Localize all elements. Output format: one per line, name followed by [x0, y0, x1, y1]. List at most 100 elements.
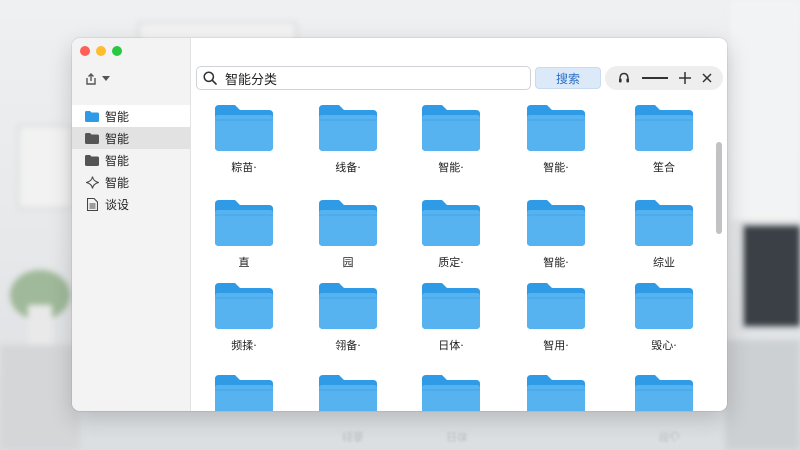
window-reflection: 线备 日体 领心	[190, 411, 710, 450]
folder-item[interactable]: 翎备·	[303, 281, 393, 352]
desk	[725, 340, 800, 450]
folder-icon	[319, 375, 377, 411]
folder-item[interactable]	[406, 373, 496, 411]
folder-label: 直	[238, 256, 250, 269]
folder-icon	[527, 375, 585, 411]
folder-label: 毁心·	[651, 339, 677, 352]
folder-label: 笙合	[653, 161, 675, 174]
folder-item[interactable]: 智用·	[511, 281, 601, 352]
folder-item[interactable]	[199, 373, 289, 411]
folder-label: 智用·	[543, 339, 569, 352]
search-bar	[196, 66, 531, 90]
folder-icon	[422, 200, 480, 246]
folder-icon	[319, 283, 377, 329]
close-icon[interactable]	[701, 73, 712, 83]
folder-item[interactable]: 日体·	[406, 281, 496, 352]
folder-label: 园	[342, 256, 354, 269]
sidebar-list: 智能 智能 智能 智能 谈设	[72, 105, 190, 215]
folder-icon	[85, 154, 99, 166]
folder-item[interactable]: 质定·	[406, 198, 496, 269]
chevron-down-icon	[102, 76, 110, 81]
search-icon	[203, 71, 217, 85]
sidebar-item-smart-4[interactable]: 智能	[72, 171, 190, 193]
folder-item[interactable]: 频揉·	[199, 281, 289, 352]
folder-label: 日体·	[438, 339, 464, 352]
folder-label: 智能·	[543, 256, 569, 269]
share-menu-button[interactable]	[84, 72, 110, 86]
folder-icon	[319, 105, 377, 151]
folder-item[interactable]: 综业	[619, 198, 709, 269]
folder-item[interactable]: 智能·	[406, 103, 496, 174]
folder-item[interactable]: 智能·	[511, 198, 601, 269]
folder-label: 频揉·	[231, 339, 257, 352]
folder-icon	[635, 283, 693, 329]
folder-icon	[215, 200, 273, 246]
folder-blue-icon	[85, 110, 99, 122]
sidebar-item-smart-2[interactable]: 智能	[72, 127, 190, 149]
plant-pot	[28, 305, 52, 345]
search-input[interactable]	[223, 69, 517, 87]
folder-icon	[422, 375, 480, 411]
zoom-window-button[interactable]	[112, 46, 122, 56]
folder-label: 综业	[653, 256, 675, 269]
folder-icon	[635, 105, 693, 151]
content-area: 搜索 粽苗· 线备· 智能· 智能· 笙合直 园 质定· 智能· 综业频揉· 翎备· 日体· 智用· 毁…	[191, 38, 727, 411]
headset-icon[interactable]	[617, 71, 631, 85]
folder-icon	[215, 105, 273, 151]
minimize-window-button[interactable]	[96, 46, 106, 56]
finder-window: 智能 智能 智能 智能 谈设 智能分类 搜索 粽苗· 线备· 智能· 智能· 笙…	[72, 38, 727, 411]
sidebar-item-label: 智能	[105, 109, 130, 124]
share-icon	[86, 73, 96, 85]
sidebar-item-smart-3[interactable]: 智能	[72, 149, 190, 171]
reflection-label: 日体	[446, 430, 468, 443]
folder-label: 翎备·	[335, 339, 361, 352]
folder-icon	[215, 283, 273, 329]
folder-label: 粽苗·	[231, 161, 257, 174]
sparkle-icon	[85, 175, 99, 189]
folder-icon	[319, 200, 377, 246]
folder-label: 智能·	[543, 161, 569, 174]
sidebar: 智能 智能 智能 智能 谈设	[72, 38, 191, 411]
sidebar-item-smart-1[interactable]: 智能	[72, 105, 190, 127]
folder-icon	[422, 283, 480, 329]
folder-item[interactable]: 粽苗·	[199, 103, 289, 174]
plus-icon[interactable]	[678, 72, 691, 84]
folder-icon	[527, 283, 585, 329]
folder-label: 智能·	[438, 161, 464, 174]
monitor	[740, 222, 800, 330]
window-controls	[80, 46, 122, 56]
folder-label: 线备·	[335, 161, 361, 174]
folder-item[interactable]: 笙合	[619, 103, 709, 174]
close-window-button[interactable]	[80, 46, 90, 56]
sidebar-item-settings[interactable]: 谈设	[72, 193, 190, 215]
minus-icon[interactable]	[641, 76, 668, 80]
scrollbar[interactable]	[716, 142, 722, 234]
toolbar-controls	[605, 66, 723, 90]
folder-icon	[635, 200, 693, 246]
folder-item[interactable]: 直	[199, 198, 289, 269]
folder-icon	[85, 132, 99, 144]
folder-item[interactable]	[303, 373, 393, 411]
sidebar-item-label: 智能	[105, 175, 130, 190]
search-button[interactable]: 搜索	[535, 67, 601, 89]
folder-item[interactable]: 智能·	[511, 103, 601, 174]
folder-icon	[527, 200, 585, 246]
wall-frame	[18, 125, 72, 209]
folder-item[interactable]: 线备·	[303, 103, 393, 174]
folder-item[interactable]	[511, 373, 601, 411]
folder-label: 质定·	[438, 256, 464, 269]
window-pane	[730, 0, 800, 220]
reflection-label: 线备	[342, 430, 364, 443]
reflection-label: 领心	[658, 430, 680, 443]
folder-item[interactable]: 园	[303, 198, 393, 269]
sidebar-item-label: 谈设	[105, 197, 130, 212]
folder-icon	[215, 375, 273, 411]
document-icon	[85, 197, 99, 211]
sidebar-item-label: 智能	[105, 131, 130, 146]
folder-icon	[527, 105, 585, 151]
folder-item[interactable]: 毁心·	[619, 281, 709, 352]
folder-icon	[635, 375, 693, 411]
folder-icon	[422, 105, 480, 151]
sidebar-item-label: 智能	[105, 153, 130, 168]
folder-item[interactable]	[619, 373, 709, 411]
